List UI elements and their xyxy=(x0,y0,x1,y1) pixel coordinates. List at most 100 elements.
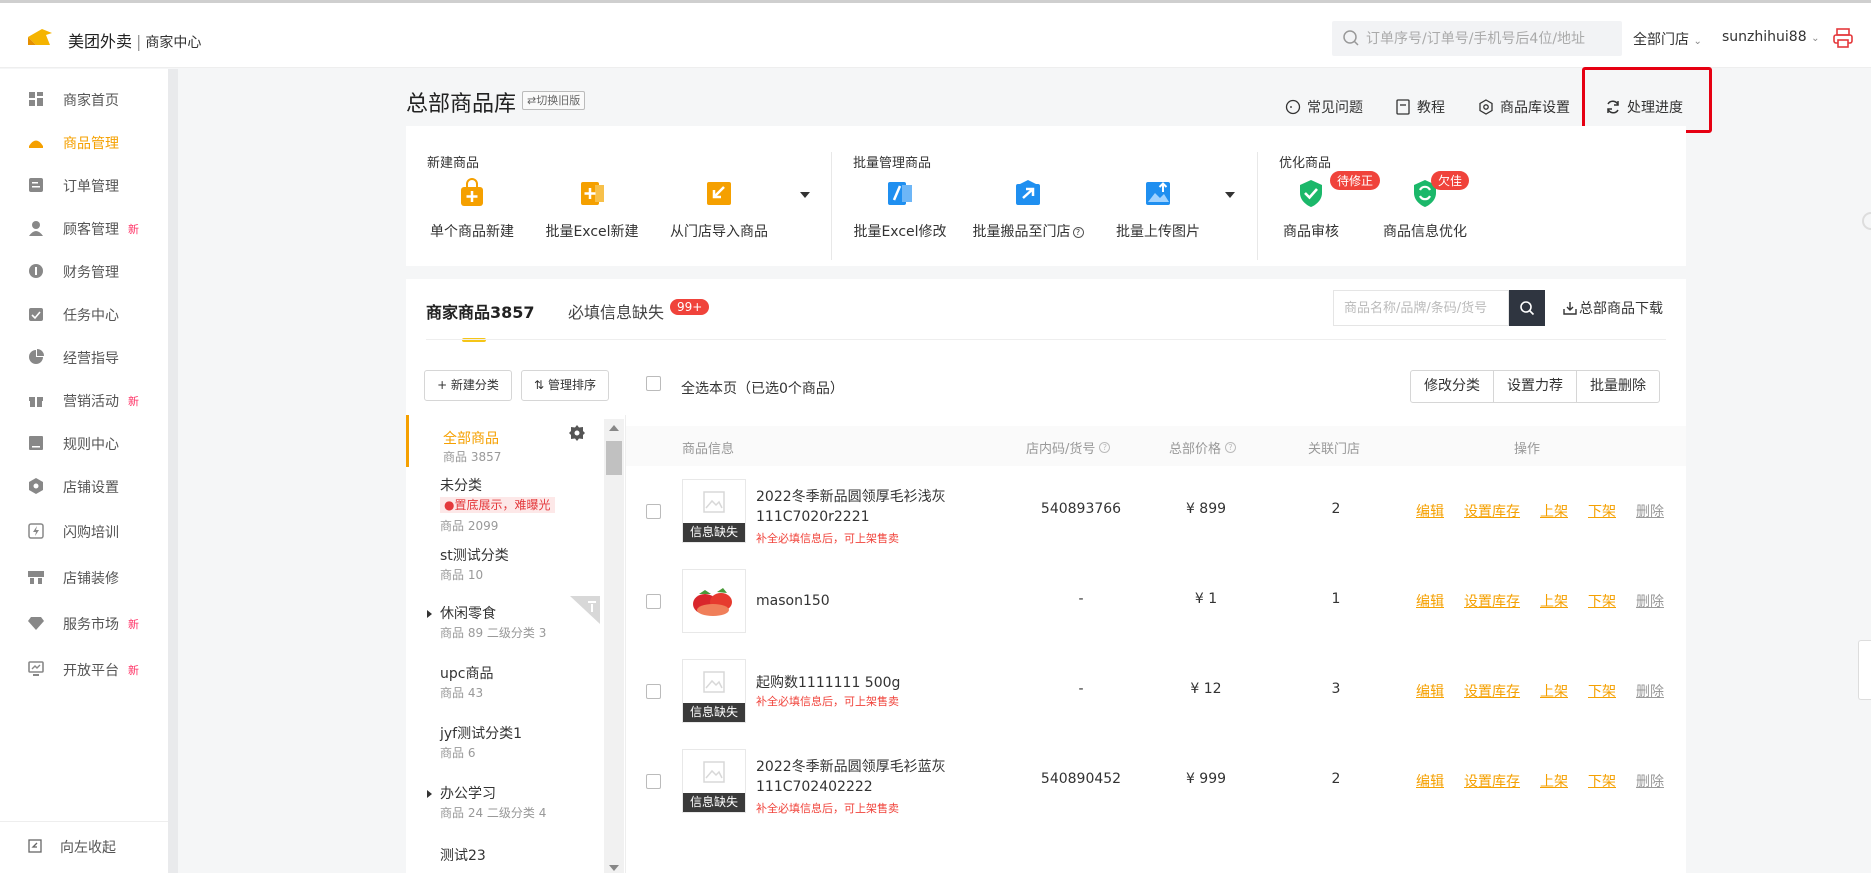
sidebar-item-shop-settings[interactable]: 店铺设置 xyxy=(0,468,168,504)
printer-icon[interactable] xyxy=(1832,27,1854,49)
sidebar-item-decoration[interactable]: 店铺装修 xyxy=(0,559,168,595)
side-toggle-handle[interactable] xyxy=(1862,212,1871,230)
product-name[interactable]: 起购数1111111 500g xyxy=(756,673,956,693)
product-image[interactable] xyxy=(682,569,746,633)
new-excel-button[interactable]: 批量Excel新建 xyxy=(544,178,640,241)
category-scrollbar[interactable] xyxy=(604,419,624,873)
set-stock-link[interactable]: 设置库存 xyxy=(1464,681,1520,701)
product-name[interactable]: mason150 xyxy=(756,591,956,611)
gear-icon[interactable] xyxy=(569,425,585,441)
edit-link[interactable]: 编辑 xyxy=(1416,501,1444,521)
edit-link[interactable]: 编辑 xyxy=(1416,591,1444,611)
scroll-thumb[interactable] xyxy=(606,441,622,475)
meituan-logo[interactable] xyxy=(26,27,54,49)
set-stock-link[interactable]: 设置库存 xyxy=(1464,591,1520,611)
sidebar-item-rules[interactable]: 规则中心 xyxy=(0,425,168,461)
sidebar-item-customers[interactable]: 顾客管理 新 xyxy=(0,210,168,246)
sidebar-item-guide[interactable]: 经营指导 xyxy=(0,339,168,375)
store-selector[interactable]: 全部门店 ⌄ xyxy=(1633,29,1702,49)
list-off-link[interactable]: 下架 xyxy=(1588,591,1616,611)
sidebar-item-finance[interactable]: 财务管理 xyxy=(0,253,168,289)
category-item-test23[interactable]: 测试23 xyxy=(406,837,601,873)
category-item-st-test[interactable]: st测试分类 商品 10 xyxy=(406,539,601,597)
switch-old-version-button[interactable]: ⇄切换旧版 xyxy=(522,91,586,110)
scroll-up-arrow-icon[interactable] xyxy=(609,425,619,431)
product-image-placeholder[interactable]: 信息缺失 xyxy=(682,479,746,543)
category-item-office[interactable]: 办公学习 商品 24 二级分类 4 xyxy=(406,777,601,837)
delete-link[interactable]: 删除 xyxy=(1636,501,1664,521)
sidebar-item-marketing[interactable]: 营销活动 新 xyxy=(0,382,168,418)
side-float-tab[interactable] xyxy=(1858,640,1871,700)
pin-top-icon[interactable] xyxy=(570,596,600,624)
sidebar-item-tasks[interactable]: 任务中心 xyxy=(0,296,168,332)
tab-missing-info[interactable]: 必填信息缺失 xyxy=(568,299,664,323)
set-stock-link[interactable]: 设置库存 xyxy=(1464,771,1520,791)
sidebar-item-open-platform[interactable]: 开放平台 新 xyxy=(0,651,168,687)
batch-upload-images-button[interactable]: 批量上传图片 xyxy=(1110,178,1206,241)
row-checkbox[interactable] xyxy=(646,684,661,699)
set-stock-link[interactable]: 设置库存 xyxy=(1464,501,1520,521)
help-icon[interactable]: ? xyxy=(1072,227,1084,238)
tab-merchant-products[interactable]: 商家商品3857 xyxy=(426,299,535,323)
edit-link[interactable]: 编辑 xyxy=(1416,771,1444,791)
collapse-sidebar-button[interactable]: 向左收起 xyxy=(0,831,168,861)
list-on-link[interactable]: 上架 xyxy=(1540,681,1568,701)
manage-sort-button[interactable]: ⇅ 管理排序 xyxy=(521,370,609,401)
batch-move-to-store-button[interactable]: 批量搬品至门店? xyxy=(972,178,1084,241)
download-products-button[interactable]: 总部商品下载 xyxy=(1563,298,1663,318)
product-image-placeholder[interactable]: 信息缺失 xyxy=(682,749,746,813)
category-item-uncategorized[interactable]: 未分类 ●置底展示，难曝光 商品 2099 xyxy=(406,467,601,539)
expand-arrow-icon[interactable] xyxy=(427,790,432,798)
product-image-placeholder[interactable]: 信息缺失 xyxy=(682,659,746,723)
row-checkbox[interactable] xyxy=(646,594,661,609)
list-off-link[interactable]: 下架 xyxy=(1588,771,1616,791)
list-off-link[interactable]: 下架 xyxy=(1588,681,1616,701)
scroll-down-arrow-icon[interactable] xyxy=(609,865,619,871)
product-search-input[interactable] xyxy=(1334,291,1508,325)
sidebar-item-home[interactable]: 商家首页 xyxy=(0,81,168,117)
new-badge: 新 xyxy=(128,395,139,408)
delete-link[interactable]: 删除 xyxy=(1636,681,1664,701)
new-category-button[interactable]: + 新建分类 xyxy=(424,370,512,401)
library-settings-link[interactable]: 商品库设置 xyxy=(1478,97,1570,117)
select-all-label: 全选本页（已选0个商品） xyxy=(681,381,844,397)
sidebar-item-label: 商家首页 xyxy=(63,93,119,109)
order-search-input[interactable] xyxy=(1366,21,1616,56)
change-category-button[interactable]: 修改分类 xyxy=(1411,371,1494,402)
expand-arrow-icon[interactable] xyxy=(427,610,432,618)
category-item-jyf-test[interactable]: jyf测试分类1 商品 6 xyxy=(406,717,601,777)
sidebar-item-products[interactable]: 商品管理 xyxy=(0,124,168,160)
list-on-link[interactable]: 上架 xyxy=(1540,591,1568,611)
help-icon[interactable]: ? xyxy=(1099,442,1111,453)
row-checkbox[interactable] xyxy=(646,774,661,789)
sidebar-item-orders[interactable]: 订单管理 xyxy=(0,167,168,203)
category-item-all[interactable]: 全部商品 商品 3857 xyxy=(406,415,601,467)
tutorial-link[interactable]: 教程 xyxy=(1395,97,1445,117)
category-item-upc[interactable]: upc商品 商品 43 xyxy=(406,657,601,717)
user-menu[interactable]: sunzhihui88 ⌄ xyxy=(1722,29,1819,45)
edit-link[interactable]: 编辑 xyxy=(1416,681,1444,701)
sidebar-item-market[interactable]: 服务市场 新 xyxy=(0,605,168,641)
list-off-link[interactable]: 下架 xyxy=(1588,501,1616,521)
new-single-product-button[interactable]: 单个商品新建 xyxy=(427,178,517,241)
sidebar-item-training[interactable]: 闪购培训 xyxy=(0,513,168,549)
help-icon[interactable]: ? xyxy=(1225,442,1237,453)
product-name[interactable]: 2022冬季新品圆领厚毛衫浅灰111C7020r2221 xyxy=(756,487,956,527)
list-on-link[interactable]: 上架 xyxy=(1540,771,1568,791)
chevron-down-icon[interactable] xyxy=(1225,192,1235,198)
import-from-store-button[interactable]: 从门店导入商品 xyxy=(667,178,771,241)
select-all-checkbox[interactable] xyxy=(646,376,661,391)
product-search[interactable] xyxy=(1333,290,1509,326)
faq-link[interactable]: 常见问题 xyxy=(1285,97,1363,117)
chevron-down-icon[interactable] xyxy=(800,192,810,198)
product-search-button[interactable] xyxy=(1509,290,1545,326)
row-checkbox[interactable] xyxy=(646,504,661,519)
delete-link[interactable]: 删除 xyxy=(1636,591,1664,611)
list-on-link[interactable]: 上架 xyxy=(1540,501,1568,521)
batch-excel-edit-button[interactable]: 批量Excel修改 xyxy=(853,178,947,241)
delete-link[interactable]: 删除 xyxy=(1636,771,1664,791)
product-name[interactable]: 2022冬季新品圆领厚毛衫蓝灰111C702402222 xyxy=(756,757,956,797)
order-search[interactable] xyxy=(1332,21,1622,56)
set-recommend-button[interactable]: 设置力荐 xyxy=(1494,371,1577,402)
batch-delete-button[interactable]: 批量删除 xyxy=(1577,371,1659,402)
